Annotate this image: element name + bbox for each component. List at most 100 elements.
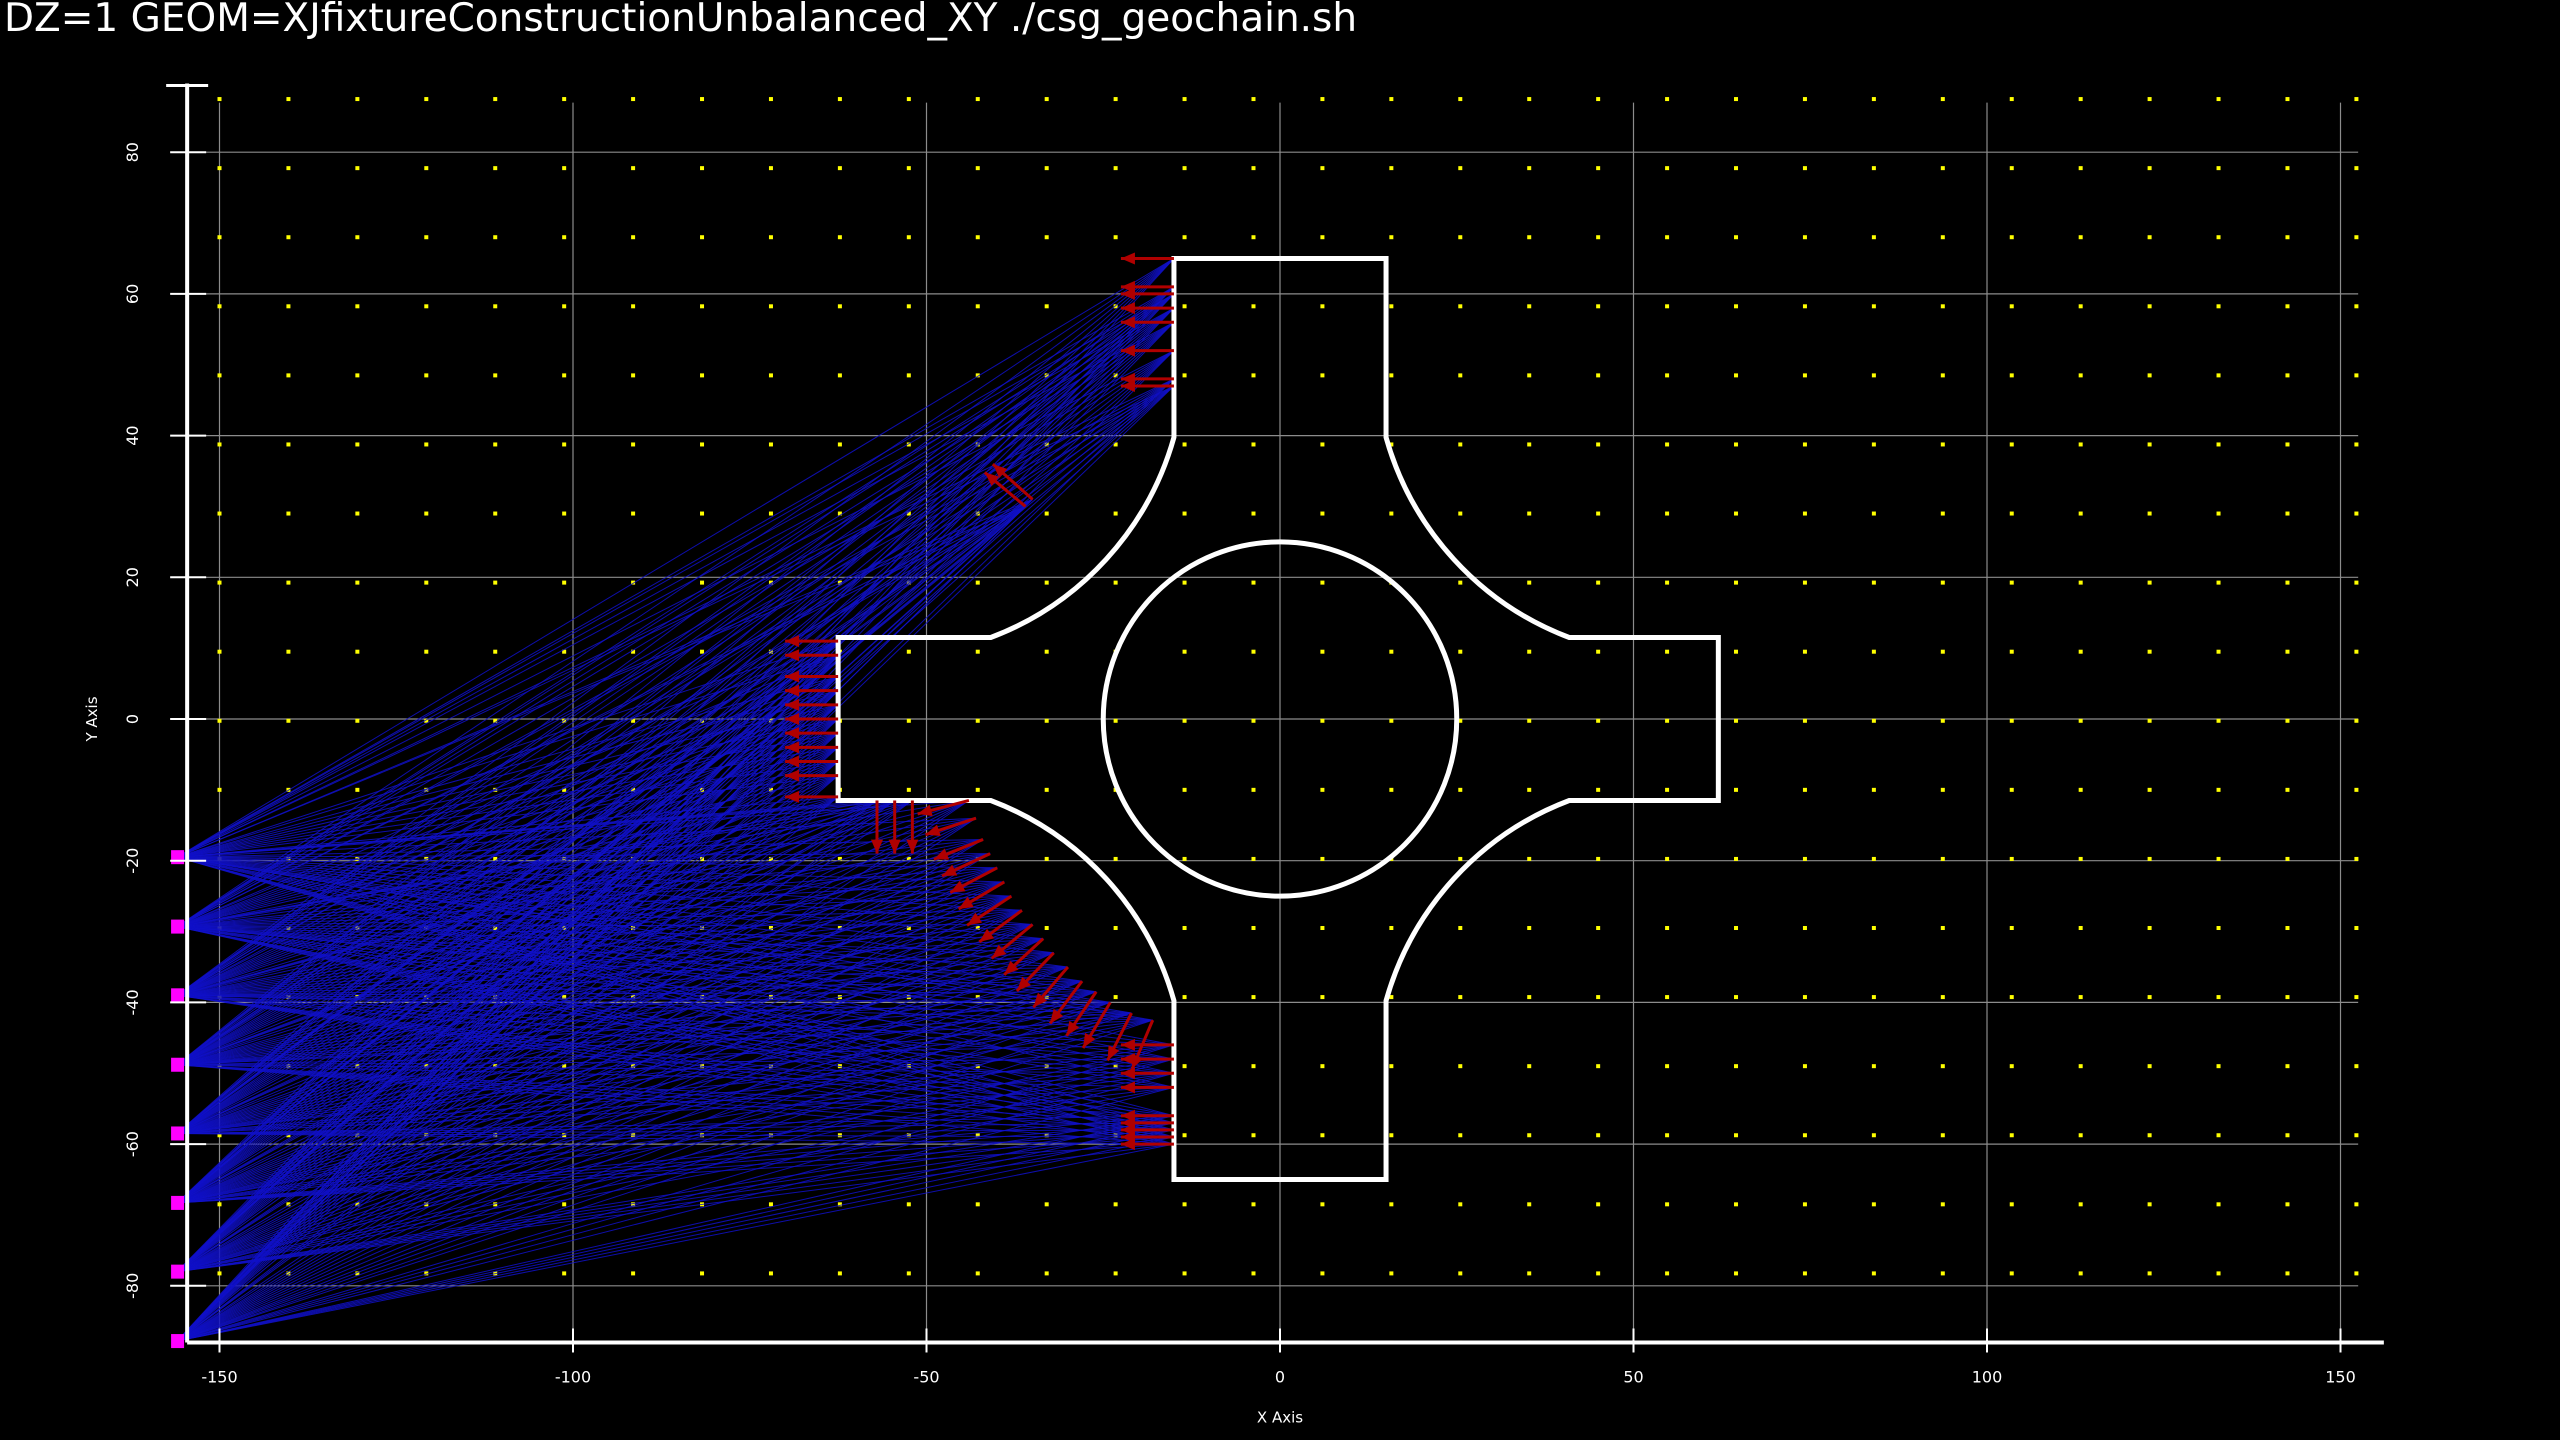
grid-point	[355, 373, 360, 378]
y-tick-label: -60	[123, 1131, 142, 1157]
grid-point	[700, 511, 705, 516]
grid-point	[1113, 235, 1118, 240]
grid-point	[2216, 442, 2221, 447]
grid-point	[837, 1133, 842, 1138]
grid-point	[2216, 856, 2221, 861]
grid-point	[906, 235, 911, 240]
grid-point	[1665, 787, 1670, 792]
grid-point	[217, 97, 222, 102]
grid-point	[2285, 1133, 2290, 1138]
y-tick-label: -20	[123, 848, 142, 874]
grid-point	[1044, 1271, 1049, 1276]
grid-point	[906, 649, 911, 654]
grid-point	[1871, 856, 1876, 861]
grid-point	[1320, 1271, 1325, 1276]
grid-point	[1320, 442, 1325, 447]
grid-point	[217, 1271, 222, 1276]
grid-point	[1596, 1133, 1601, 1138]
grid-point	[631, 97, 636, 102]
chart-plot: -150 -100 -50 0 50 100 150 -80 -60 -40 -20 0 20 40 60 8…	[83, 83, 2384, 1426]
grid-point	[906, 1271, 911, 1276]
grid-point	[2009, 649, 2014, 654]
grid-point	[1802, 166, 1807, 171]
grid-point	[2285, 97, 2290, 102]
grid-point	[355, 235, 360, 240]
grid-point	[493, 580, 498, 585]
grid-point	[2147, 787, 2152, 792]
grid-point	[1113, 97, 1118, 102]
grid-point	[906, 304, 911, 309]
grid-point	[631, 304, 636, 309]
grid-point	[1251, 373, 1256, 378]
grid-point	[424, 373, 429, 378]
grid-point	[1596, 373, 1601, 378]
grid-point	[1251, 511, 1256, 516]
grid-point	[906, 787, 911, 792]
grid-point	[1320, 97, 1325, 102]
grid-point	[2216, 1133, 2221, 1138]
grid-point	[631, 442, 636, 447]
grid-point	[2009, 1271, 2014, 1276]
grid-point	[562, 97, 567, 102]
grid-point	[1596, 856, 1601, 861]
grid-point	[1182, 995, 1187, 1000]
grid-point	[1734, 649, 1739, 654]
grid-point	[2216, 787, 2221, 792]
grid-point	[1665, 926, 1670, 931]
grid-point	[2078, 1064, 2083, 1069]
x-tick-label: 150	[2325, 1367, 2356, 1386]
ray-line	[176, 321, 1175, 996]
grid-point	[1940, 235, 1945, 240]
grid-point	[1251, 580, 1256, 585]
grid-point	[286, 166, 291, 171]
grid-point	[424, 166, 429, 171]
grid-point	[768, 304, 773, 309]
y-tick-label: 20	[123, 567, 142, 587]
grid-point	[2216, 649, 2221, 654]
x-tick-label: -150	[201, 1367, 237, 1386]
source-marker	[171, 919, 185, 934]
grid-point	[1940, 787, 1945, 792]
grid-point	[1044, 856, 1049, 861]
grid-point	[1871, 787, 1876, 792]
grid-point	[1458, 580, 1463, 585]
grid-point	[2285, 926, 2290, 931]
grid-point	[1389, 97, 1394, 102]
grid-point	[700, 649, 705, 654]
grid-point	[286, 511, 291, 516]
grid-point	[2354, 1064, 2359, 1069]
grid-point	[2354, 718, 2359, 723]
grid-point	[1044, 235, 1049, 240]
grid-point	[1389, 926, 1394, 931]
grid-point	[1871, 995, 1876, 1000]
grid-point	[1871, 235, 1876, 240]
grid-point	[1458, 511, 1463, 516]
grid-point	[2285, 718, 2290, 723]
grid-point	[1389, 166, 1394, 171]
grid-point	[1320, 235, 1325, 240]
grid-point	[1182, 511, 1187, 516]
grid-point	[1940, 97, 1945, 102]
grid-point	[1320, 1202, 1325, 1207]
grid-point	[700, 97, 705, 102]
ray-line	[176, 286, 1175, 996]
grid-point	[1113, 580, 1118, 585]
grid-point	[1182, 166, 1187, 171]
source-marker	[171, 988, 185, 1003]
grid-point	[906, 97, 911, 102]
ray-lines	[176, 258, 1175, 1342]
grid-point	[1596, 511, 1601, 516]
grid-point	[1527, 442, 1532, 447]
grid-point	[2354, 580, 2359, 585]
grid-point	[1802, 1064, 1807, 1069]
grid-point	[2078, 580, 2083, 585]
y-tick-label: 40	[123, 425, 142, 445]
grid-point	[1940, 1271, 1945, 1276]
grid-point	[1802, 97, 1807, 102]
grid-point	[1802, 442, 1807, 447]
grid-point	[1320, 511, 1325, 516]
grid-point	[1665, 856, 1670, 861]
grid-point	[2147, 926, 2152, 931]
grid-point	[2009, 1064, 2014, 1069]
grid-point	[2285, 580, 2290, 585]
